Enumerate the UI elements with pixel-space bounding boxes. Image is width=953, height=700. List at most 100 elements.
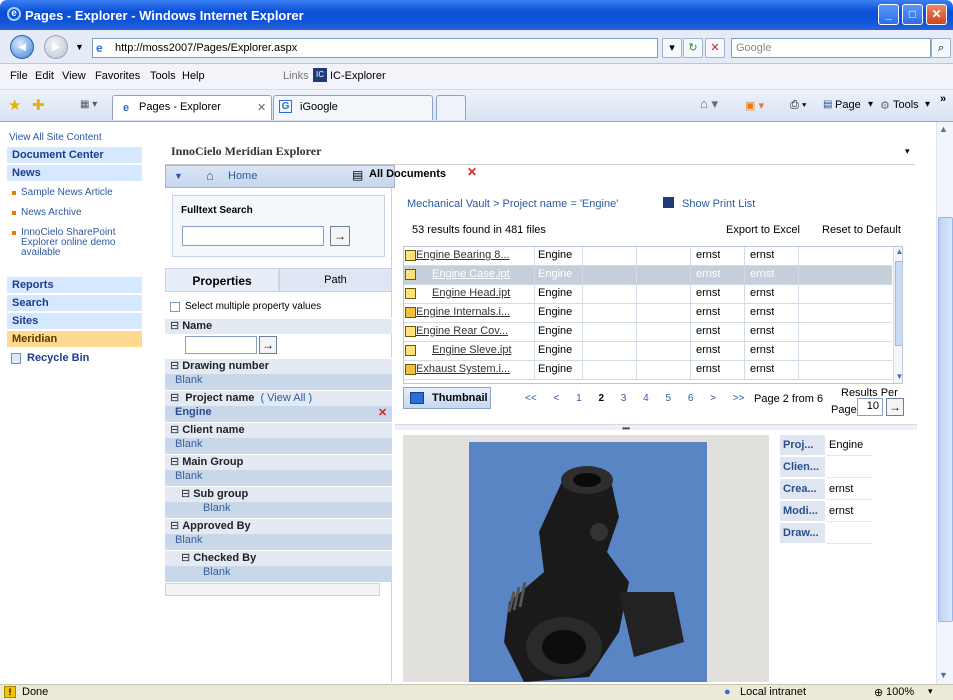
table-row[interactable]: Exhaust System.i... Engine ernst ernst [404,361,892,380]
save-icon[interactable] [663,197,674,208]
file-name-cell[interactable]: Engine Rear Cov... [416,325,534,340]
pager-page-5[interactable]: 5 [665,393,671,404]
address-input[interactable]: e http://moss2007/Pages/Explorer.aspx [92,38,658,58]
results-per-page-go-button[interactable]: → [886,398,904,416]
stop-icon[interactable]: ✕ [705,38,725,58]
grid-vertical-scrollbar[interactable]: ▲ ▼ [893,247,902,383]
feeds-icon[interactable]: ▣ ▾ [745,99,764,112]
tab-path[interactable]: Path [279,268,392,292]
pager-first[interactable]: << [525,393,537,404]
webpart-menu-icon[interactable]: ▾ [905,146,910,157]
main-group-header[interactable]: Main Group [165,454,392,470]
link-ic-explorer[interactable]: IC-Explorer [330,70,386,82]
approved-by-header[interactable]: Approved By [165,518,392,534]
scroll-up-icon[interactable]: ▲ [894,247,902,259]
menu-view[interactable]: View [62,70,86,82]
zoom-dropdown-icon[interactable]: ▾ [928,686,933,697]
menu-edit[interactable]: Edit [35,70,54,82]
filter-horizontal-scrollbar[interactable] [165,583,380,596]
checked-by-header[interactable]: Checked By [165,550,392,566]
nav-meridian[interactable]: Meridian [7,331,142,348]
client-name-header[interactable]: Client name [165,422,392,438]
project-name-header[interactable]: Project name ( View All ) [165,390,392,406]
security-zone[interactable]: Local intranet [740,686,806,698]
client-name-value[interactable]: Blank [165,438,392,454]
table-row[interactable]: Engine Sleve.ipt Engine ernst ernst [404,342,892,361]
close-all-documents-icon[interactable]: ✕ [467,165,477,179]
minimize-button[interactable]: _ [878,4,899,25]
reset-to-default-button[interactable]: Reset to Default [822,224,901,236]
multi-select-checkbox[interactable] [170,302,180,312]
file-name-cell[interactable]: Engine Internals.i... [416,306,534,321]
nav-sample-news-article[interactable]: Sample News Article [7,188,142,198]
quick-tabs-icon[interactable]: ▦ ▾ [80,99,97,110]
results-per-page-input[interactable]: 10 [857,398,883,416]
approved-by-value[interactable]: Blank [165,534,392,550]
project-view-all-link[interactable]: ( View All ) [260,392,312,404]
search-input[interactable]: Google [731,38,931,58]
close-button[interactable]: ✕ [926,4,947,25]
tab-pages-explorer[interactable]: e Pages - Explorer ✕ [112,95,272,120]
zoom-level[interactable]: 100% [886,686,914,698]
recent-pages-dropdown-icon[interactable]: ▼ [75,42,84,52]
pager-page-6[interactable]: 6 [688,393,694,404]
pager-page-3[interactable]: 3 [621,393,627,404]
tab-properties[interactable]: Properties [165,268,279,292]
pager-page-4[interactable]: 4 [643,393,649,404]
export-to-excel-button[interactable]: Export to Excel [726,224,800,236]
warning-icon[interactable]: ! [4,686,16,698]
table-row[interactable]: Engine Internals.i... Engine ernst ernst [404,304,892,323]
file-name-cell[interactable]: Engine Bearing 8... [416,249,534,264]
clear-project-filter-icon[interactable]: ✕ [378,406,387,419]
table-row-selected[interactable]: Engine Case.ipt Engine ernst ernst [404,266,892,285]
name-filter-go-button[interactable]: → [259,336,277,354]
checked-by-value[interactable]: Blank [165,566,392,582]
table-row[interactable]: Engine Rear Cov... Engine ernst ernst [404,323,892,342]
home-icon[interactable]: ⌂ ▾ [700,96,718,112]
home-button[interactable]: Home [228,170,257,182]
more-chevron-icon[interactable]: » [940,93,946,105]
nav-search[interactable]: Search [7,295,142,312]
address-dropdown-icon[interactable]: ▾ [662,38,682,58]
fulltext-search-go-button[interactable]: → [330,226,350,246]
fulltext-search-input[interactable] [182,226,324,246]
pager-prev[interactable]: < [553,393,559,404]
nav-recycle-bin[interactable]: Recycle Bin [27,352,89,364]
file-name-cell[interactable]: Engine Case.ipt [432,268,550,283]
sub-group-header[interactable]: Sub group [165,486,392,502]
show-print-list-link[interactable]: Show Print List [682,198,755,210]
thumbnail-button[interactable]: Thumbnail [403,387,491,409]
menu-help[interactable]: Help [182,70,205,82]
name-header[interactable]: Name [165,318,392,334]
drawing-number-value[interactable]: Blank [165,374,392,390]
search-icon[interactable]: ⌕ [931,38,951,58]
pager-last[interactable]: >> [733,393,745,404]
main-group-value[interactable]: Blank [165,470,392,486]
name-filter-input[interactable] [185,336,257,354]
nav-sites[interactable]: Sites [7,313,142,330]
preview-splitter[interactable]: •••• [395,424,917,433]
menu-file[interactable]: File [10,70,28,82]
file-name-cell[interactable]: Engine Sleve.ipt [432,344,550,359]
nav-news[interactable]: News [7,165,142,182]
splitter-grip-icon[interactable]: •••• [622,424,630,433]
tab-igoogle[interactable]: G iGoogle [273,95,433,120]
scroll-down-icon[interactable]: ▼ [894,372,902,383]
menu-tools[interactable]: Tools [150,70,176,82]
back-button[interactable]: ◄ [10,35,34,59]
new-tab-button[interactable] [436,95,466,120]
page-scroll-down-icon[interactable]: ▼ [939,670,948,680]
maximize-button[interactable]: □ [902,4,923,25]
table-row[interactable]: Engine Head.ipt Engine ernst ernst [404,285,892,304]
all-documents-tab[interactable]: All Documents [369,168,446,180]
pager-next[interactable]: > [710,393,716,404]
file-name-cell[interactable]: Exhaust System.i... [416,363,534,378]
page-menu-button[interactable]: Page [835,99,861,111]
nav-innocielo-demo[interactable]: InnoCielo SharePoint Explorer online dem… [7,228,132,258]
page-dropdown-icon[interactable]: ▾ [868,99,873,110]
drawing-number-header[interactable]: Drawing number [165,358,392,374]
nav-news-archive[interactable]: News Archive [7,208,142,218]
print-icon[interactable]: ⎙ ▾ [790,99,806,112]
pager-page-1[interactable]: 1 [576,393,582,404]
tools-menu-button[interactable]: Tools [893,99,919,111]
